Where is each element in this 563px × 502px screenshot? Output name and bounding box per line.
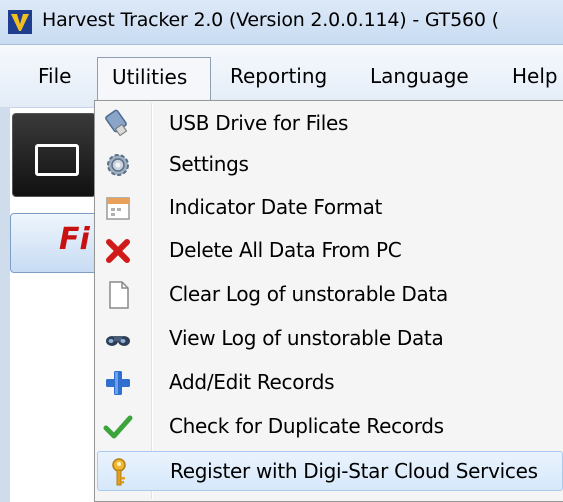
- red-x-icon: [106, 239, 130, 263]
- menu-item-delete-all-data[interactable]: Delete All Data From PC: [97, 231, 563, 271]
- menu-item-settings[interactable]: Settings: [97, 145, 563, 185]
- folder-icon: [35, 144, 79, 176]
- menu-language[interactable]: Language: [356, 57, 483, 97]
- menu-item-check-duplicates[interactable]: Check for Duplicate Records: [97, 407, 563, 447]
- menu-item-label: Clear Log of unstorable Data: [169, 282, 448, 306]
- background-action-button[interactable]: Fi: [10, 213, 100, 273]
- gear-icon: [107, 154, 129, 176]
- usb-drive-icon: [105, 109, 128, 137]
- menu-item-label: USB Drive for Files: [169, 111, 349, 135]
- menu-item-usb-drive[interactable]: USB Drive for Files: [97, 104, 563, 144]
- utilities-dropdown-menu: USB Drive for Files Settings Indicator D…: [94, 100, 563, 502]
- menu-item-view-log[interactable]: View Log of unstorable Data: [97, 319, 563, 359]
- binoculars-icon: [106, 336, 130, 346]
- menu-item-label: Delete All Data From PC: [169, 238, 402, 262]
- window-title: Harvest Tracker 2.0 (Version 2.0.0.114) …: [42, 9, 499, 31]
- key-icon: [112, 458, 126, 486]
- menu-help[interactable]: Help: [498, 57, 563, 97]
- menu-file[interactable]: File: [24, 57, 85, 97]
- open-folder-button[interactable]: [12, 113, 96, 197]
- green-check-icon: [103, 415, 133, 439]
- app-icon: [8, 10, 32, 34]
- blue-plus-icon: [106, 371, 130, 395]
- menu-reporting[interactable]: Reporting: [216, 57, 341, 97]
- blank-page-icon: [109, 281, 129, 309]
- menu-item-label: Check for Duplicate Records: [169, 414, 444, 438]
- calendar-icon: [106, 197, 130, 220]
- title-bar: Harvest Tracker 2.0 (Version 2.0.0.114) …: [0, 0, 563, 45]
- menu-item-register-cloud[interactable]: Register with Digi-Star Cloud Services: [97, 451, 563, 491]
- menu-item-label: Register with Digi-Star Cloud Services: [170, 459, 538, 483]
- menu-item-label: View Log of unstorable Data: [169, 326, 444, 350]
- background-button-label: Fi: [59, 222, 90, 257]
- menu-item-label: Indicator Date Format: [169, 195, 383, 219]
- left-panel: [0, 107, 10, 502]
- menu-utilities[interactable]: Utilities: [97, 57, 211, 105]
- menu-item-date-format[interactable]: Indicator Date Format: [97, 188, 563, 228]
- menu-item-label: Settings: [169, 152, 249, 176]
- menu-bar: File Utilities Reporting Language Help: [0, 45, 563, 108]
- menu-item-label: Add/Edit Records: [169, 370, 335, 394]
- menu-item-add-edit-records[interactable]: Add/Edit Records: [97, 363, 563, 403]
- menu-item-clear-log[interactable]: Clear Log of unstorable Data: [97, 275, 563, 315]
